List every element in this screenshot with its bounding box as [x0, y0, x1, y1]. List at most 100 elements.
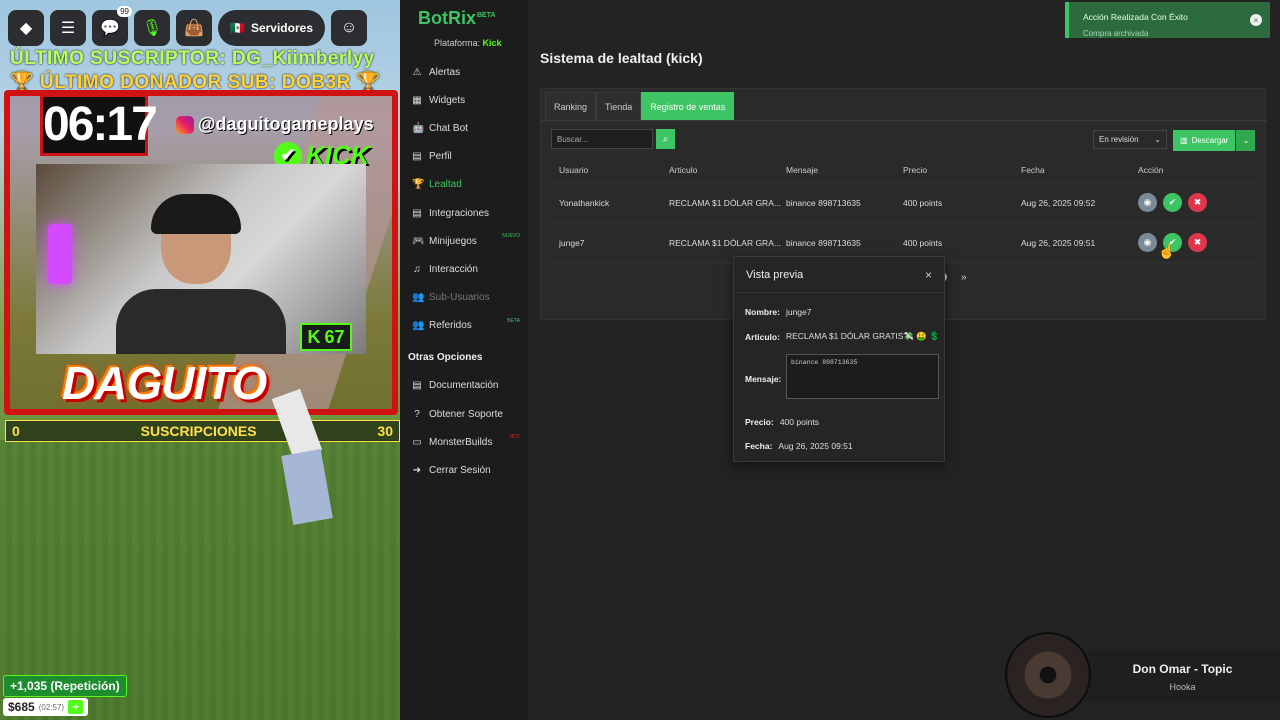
kick-count-value: 67 [324, 326, 345, 347]
sidebar-item-label: Widgets [429, 94, 466, 106]
download-button[interactable]: ▥ Descargar [1173, 130, 1236, 151]
toast-close-button[interactable]: × [1250, 14, 1262, 26]
reject-button[interactable]: ✖ [1188, 193, 1207, 212]
kick-viewer-count: K 67 [300, 323, 352, 351]
mic-button[interactable]: 🎙 [134, 10, 170, 46]
sidebar-item-monsterbuilds[interactable]: ▭ MonsterBuilds HOT [400, 428, 528, 456]
nav-icon: ♫ [413, 263, 421, 275]
download-dropdown-button[interactable]: ⌄ [1236, 130, 1256, 151]
modal-message-textarea[interactable]: binance 898713635 [786, 354, 939, 399]
modal-close-button[interactable]: × [925, 268, 932, 282]
platform-label: Plataforma: [434, 38, 481, 48]
download-button-group: ▥ Descargar ⌄ [1173, 130, 1256, 151]
sidebar-item-chat-bot[interactable]: 🤖 Chat Bot [400, 114, 528, 142]
search-button[interactable]: ⌕ [656, 129, 675, 149]
modal-name-row: Nombre: junge7 [745, 307, 811, 317]
close-icon: ✖ [1193, 237, 1202, 247]
sub-goal-end: 30 [377, 423, 393, 439]
sidebar-item-cerrar-sesión[interactable]: ➜ Cerrar Sesión [400, 456, 528, 484]
mic-icon: 🎙 [141, 20, 163, 37]
backpack-button[interactable]: 👜 [176, 10, 212, 46]
now-playing-widget: Don Omar - Topic Hooka [1005, 632, 1280, 720]
close-icon: × [1253, 15, 1259, 25]
sidebar-item-minijuegos[interactable]: 🎮 Minijuegos NUEVO [400, 227, 528, 255]
modal-item-row: Articulo: RECLAMA $1 DÓLAR GRATIS💸 🤑 💲 [745, 331, 940, 342]
sidebar-nav: ⚠ Alertas ▦ Widgets 🤖 Chat Bot ▤ Perfil 🏆 Lealtad… [400, 58, 528, 485]
emote-button[interactable]: ☺ [331, 10, 367, 46]
cell-user: Yonathankick [559, 197, 610, 208]
sidebar-item-label: MonsterBuilds [429, 436, 493, 448]
hamburger-icon: ☰ [60, 20, 76, 37]
view-button[interactable]: ◉ [1138, 233, 1157, 252]
tab-registro-ventas[interactable]: Registro de ventas [641, 92, 735, 120]
sidebar-item-referidos[interactable]: 👥 Referidos BETA [400, 312, 528, 340]
instagram-text: @daguitogameplays [198, 114, 374, 134]
download-label: Descargar [1191, 136, 1229, 145]
sidebar-item-widgets[interactable]: ▦ Widgets [400, 86, 528, 114]
sidebar-item-label: Alertas [429, 66, 461, 78]
sidebar-item-integraciones[interactable]: ▤ Integraciones [400, 199, 528, 227]
check-icon: ✔ [1168, 197, 1177, 207]
nav-icon: ▤ [412, 151, 422, 163]
sidebar-item-label: Sub-Usuarios [429, 292, 490, 304]
modal-message-label: Mensaje: [745, 374, 782, 384]
last-page-button[interactable]: » [961, 272, 967, 283]
chevron-down-icon: ⌄ [1154, 135, 1161, 144]
botrix-logo[interactable]: BotRixBETA [418, 8, 496, 29]
sidebar-item-sub-usuarios[interactable]: 👥 Sub-Usuarios [400, 284, 528, 312]
cell-user: junge7 [559, 237, 585, 248]
chat-badge: 99 [117, 6, 132, 17]
streamer-name-logo: DAGUITO [62, 357, 267, 409]
emote-icon: ☺ [340, 19, 358, 36]
nav-icon: ⚠ [412, 66, 422, 78]
screen: ◆ ☰ 💬 99 🎙 👜 🇲🇽 Servidores ☺ ÚLTIMO SUSCRI… [0, 0, 1280, 720]
sidebar-item-perfil[interactable]: ▤ Perfil [400, 143, 528, 171]
sidebar-item-lealtad[interactable]: 🏆 Lealtad [400, 171, 528, 199]
col-articulo: Articulo [669, 164, 698, 175]
nav-section-other: Otras Opciones [408, 352, 483, 364]
sidebar-item-label: Chat Bot [429, 122, 468, 134]
sidebar-item-obtener-soporte[interactable]: ? Obtener Soporte [400, 400, 528, 428]
now-playing-panel: Don Omar - Topic Hooka [1085, 650, 1280, 702]
purple-light [48, 224, 72, 284]
sidebar-item-alertas[interactable]: ⚠ Alertas [400, 58, 528, 86]
repeat-counter: +1,035 (Repetición) [3, 675, 127, 697]
status-filter-select[interactable]: En revisión ⌄ [1093, 130, 1167, 149]
nav-icon: ? [414, 408, 420, 420]
eye-icon: ◉ [1143, 237, 1152, 247]
servers-label: Servidores [250, 21, 313, 35]
money-plus-button[interactable]: + [68, 700, 84, 714]
stream-timer: 06:17 [40, 94, 158, 156]
kick-k-icon: K [307, 326, 321, 347]
cell-date: Aug 26, 2025 09:52 [1021, 197, 1096, 208]
cell-price: 400 points [903, 197, 943, 208]
sidebar-item-label: Lealtad [429, 179, 462, 191]
streamer-figure [106, 194, 296, 354]
reject-button[interactable]: ✖ [1188, 233, 1207, 252]
nav-tag-badge: HOT [509, 434, 520, 441]
tab-tienda[interactable]: Tienda [596, 92, 642, 120]
approve-button[interactable]: ✔ [1163, 193, 1182, 212]
view-button[interactable]: ◉ [1138, 193, 1157, 212]
mexico-flag-icon: 🇲🇽 [230, 21, 245, 35]
sidebar-item-documentación[interactable]: ▤ Documentación [400, 372, 528, 400]
chat-button[interactable]: 💬 99 [92, 6, 132, 46]
stream-overlay: ◆ ☰ 💬 99 🎙 👜 🇲🇽 Servidores ☺ ÚLTIMO SUSCRI… [0, 0, 400, 720]
sidebar-item-label: Interacción [429, 263, 478, 275]
search-icon: ⌕ [662, 133, 669, 145]
col-mensaje: Mensaje [786, 164, 819, 175]
tab-ranking[interactable]: Ranking [545, 92, 597, 120]
album-art-disc [1005, 632, 1091, 718]
search-input[interactable] [551, 129, 653, 149]
menu-button[interactable]: ☰ [50, 10, 86, 46]
nav-icon: 🤖 [412, 122, 425, 134]
money-display: $685 (02:57) + [3, 698, 89, 716]
servers-button[interactable]: 🇲🇽 Servidores [218, 10, 325, 46]
toast-subtitle: Compra archivada [1083, 29, 1149, 38]
sidebar-item-interacción[interactable]: ♫ Interacción [400, 255, 528, 283]
roblox-logo-button[interactable]: ◆ [8, 10, 44, 46]
nav-icon: ▤ [412, 380, 422, 392]
eye-icon: ◉ [1143, 197, 1152, 207]
sub-goal-bar: 0 SUSCRIPCIONES 30 [5, 420, 400, 442]
cell-message: binance 898713635 [786, 237, 861, 248]
